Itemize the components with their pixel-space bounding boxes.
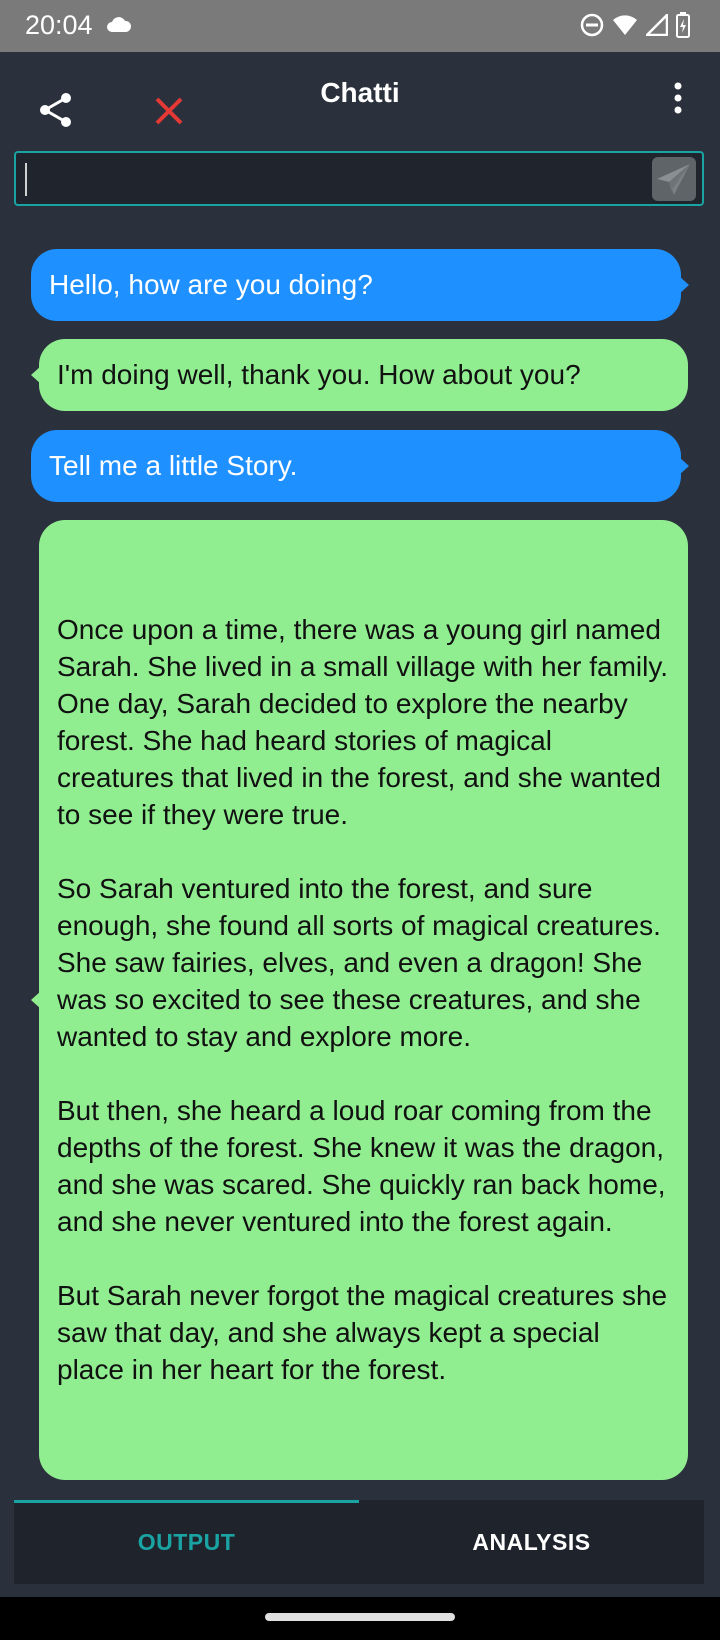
message-text: I'm doing well, thank you. How about you… xyxy=(57,359,581,390)
home-gesture-handle[interactable] xyxy=(265,1613,455,1621)
status-bar: 20:04 xyxy=(0,0,720,52)
cloud-icon xyxy=(106,15,132,38)
more-vert-icon xyxy=(674,82,682,114)
app-title: Chatti xyxy=(320,77,400,108)
system-nav-bar xyxy=(0,1597,720,1640)
signal-icon xyxy=(643,11,669,41)
bot-message: Once upon a time, there was a young girl… xyxy=(31,520,688,1480)
tab-output[interactable]: OUTPUT xyxy=(14,1500,359,1584)
status-icons xyxy=(580,11,690,43)
user-message: Tell me a little Story. xyxy=(31,430,689,502)
message-input[interactable] xyxy=(14,151,704,206)
bot-message: I'm doing well, thank you. How about you… xyxy=(31,339,688,411)
message-text: Once upon a time, there was a young girl… xyxy=(57,614,669,1385)
message-text: Hello, how are you doing? xyxy=(49,269,373,300)
send-button[interactable] xyxy=(652,157,696,201)
text-cursor xyxy=(25,163,27,196)
battery-icon xyxy=(676,12,690,43)
dnd-icon xyxy=(580,13,604,42)
message-text: Tell me a little Story. xyxy=(49,450,298,481)
user-message: Hello, how are you doing? xyxy=(31,249,689,321)
status-time: 20:04 xyxy=(25,10,93,40)
tab-analysis[interactable]: ANALYSIS xyxy=(359,1500,704,1584)
more-options-button[interactable] xyxy=(663,80,693,116)
wifi-icon xyxy=(612,14,638,41)
app-bar: Chatti xyxy=(0,52,720,140)
chat-list[interactable]: Hello, how are you doing? I'm doing well… xyxy=(0,240,720,1490)
send-icon xyxy=(657,164,690,195)
bottom-tabs: OUTPUT ANALYSIS xyxy=(14,1500,704,1584)
